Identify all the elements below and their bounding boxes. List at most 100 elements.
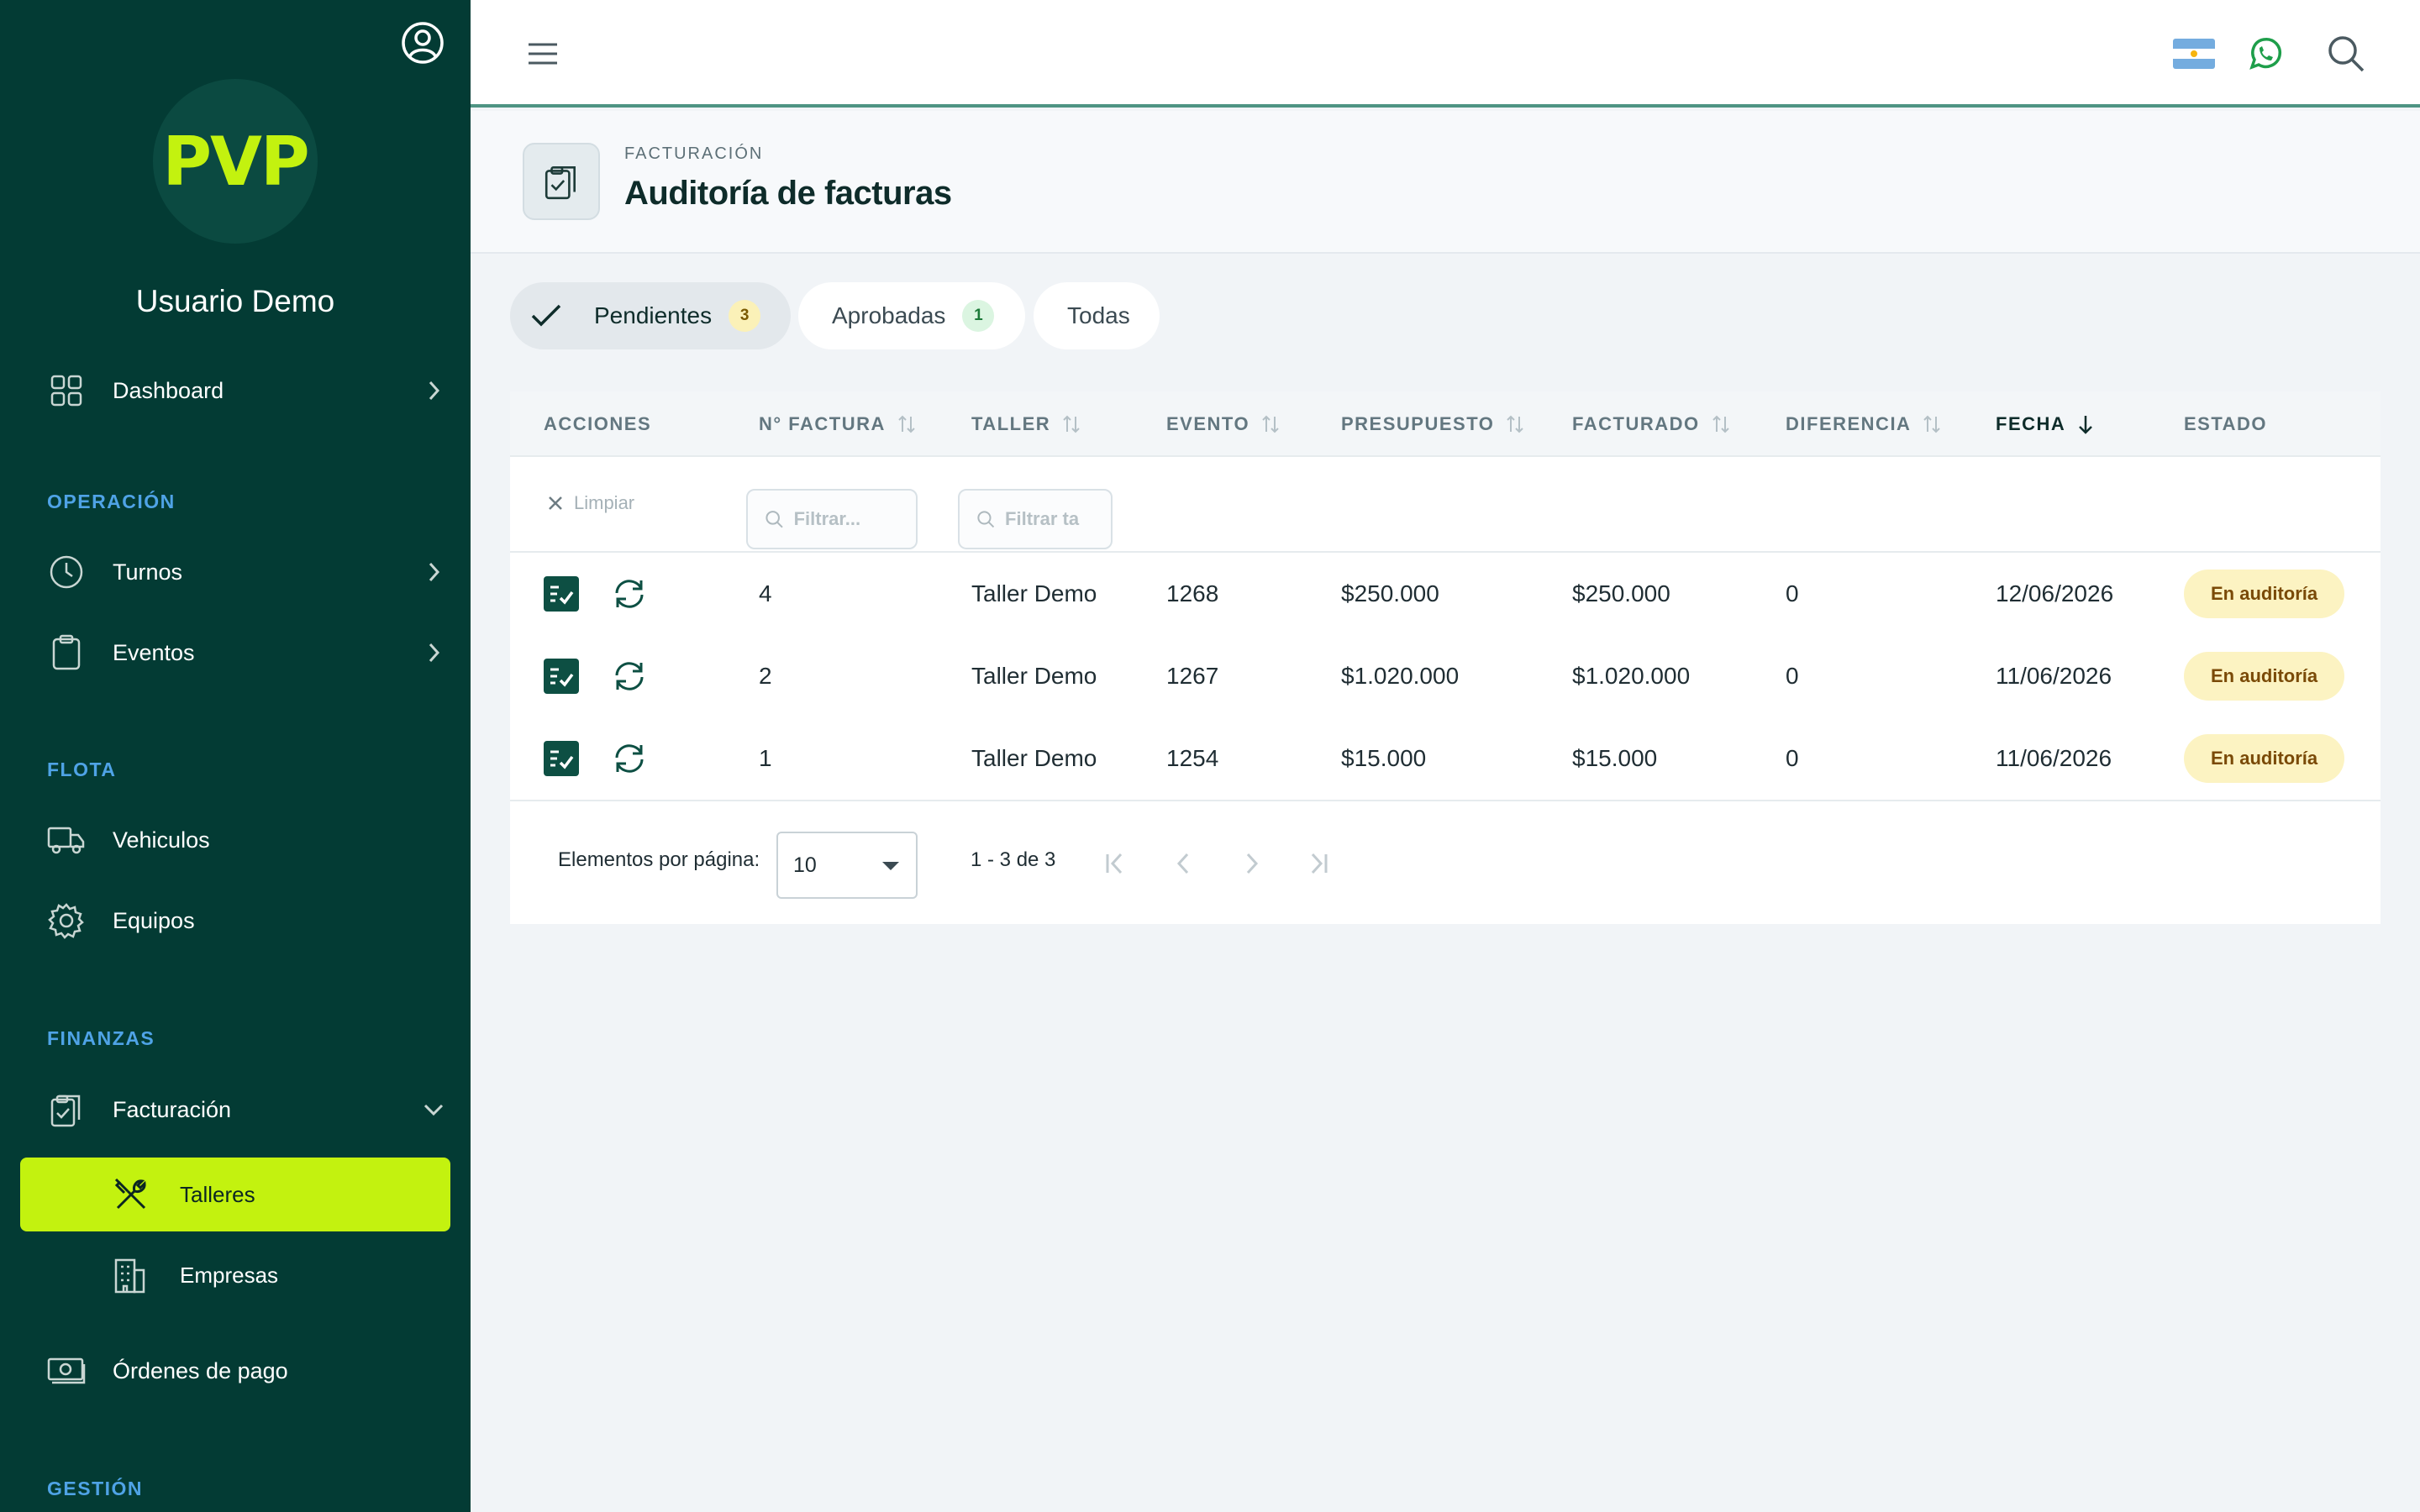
building-icon [113,1257,180,1294]
sidebar-item-empresas[interactable]: Empresas [20,1238,450,1312]
sidebar-item-label: Talleres [180,1181,255,1207]
sort-icon[interactable] [1506,413,1524,435]
sort-icon[interactable] [1923,413,1941,435]
tab-aprobadas[interactable]: Aprobadas 1 [798,282,1025,349]
facturado-cell: $15.000 [1572,745,1658,771]
page-title: Auditoría de facturas [624,175,952,212]
whatsapp-icon[interactable] [2245,34,2286,74]
column-header-taller[interactable]: TALLER [971,391,1081,457]
last-page-icon [1311,853,1328,874]
evento-cell: 1267 [1166,663,1219,689]
argentina-flag-icon[interactable] [2173,39,2215,69]
sort-icon[interactable] [897,413,916,435]
sidebar-item-label: Empresas [180,1262,279,1288]
money-icon [20,1356,113,1386]
sidebar-item-facturacion[interactable]: Facturación [20,1073,450,1147]
column-header-facturado[interactable]: FACTURADO [1572,391,1730,457]
approve-button[interactable] [544,659,579,694]
sidebar-item-ordenes-de-pago[interactable]: Órdenes de pago [20,1334,450,1408]
tab-pendientes[interactable]: Pendientes 3 [510,282,791,349]
evento-cell: 1254 [1166,745,1219,771]
tab-label: Aprobadas [832,302,946,328]
sidebar-item-dashboard[interactable]: Dashboard [20,354,450,428]
page-header: FACTURACIÓN Auditoría de facturas [471,111,2420,254]
sort-icon[interactable] [1712,413,1730,435]
column-header-acciones: ACCIONES [544,413,652,434]
sidebar-item-label: Dashboard [113,377,224,403]
arrow-down-icon[interactable] [2077,413,2094,435]
refresh-icon [615,662,644,690]
factura-filter-field[interactable] [746,489,918,549]
column-header-fecha[interactable]: FECHA [1996,391,2094,457]
next-page-button[interactable] [1231,843,1271,884]
sidebar-item-talleres[interactable]: Talleres [20,1158,450,1231]
clock-icon [20,554,113,590]
status-badge: En auditoría [2184,652,2345,701]
refresh-icon [615,580,644,608]
tab-label: Pendientes [594,302,713,328]
column-header-evento[interactable]: EVENTO [1166,391,1280,457]
first-page-button[interactable] [1095,843,1135,884]
refresh-button[interactable] [611,658,648,695]
chevron-right-icon [1246,853,1259,874]
approve-button[interactable] [544,741,579,776]
tab-todas[interactable]: Todas [1034,282,1160,349]
sort-icon[interactable] [1261,413,1280,435]
chevron-left-icon [1176,853,1189,874]
sidebar-item-equipos[interactable]: Equipos [20,884,450,958]
menu-icon[interactable] [526,39,560,69]
column-header-factura[interactable]: N° FACTURA [759,391,916,457]
sidebar-item-label: Vehiculos [113,827,210,853]
presupuesto-cell: $1.020.000 [1341,663,1460,689]
sidebar-item-label: Órdenes de pago [113,1357,288,1383]
previous-page-button[interactable] [1164,843,1204,884]
per-page-label: Elementos por página: [558,848,760,871]
approve-button[interactable] [544,576,579,612]
sidebar-item-vehiculos[interactable]: Vehiculos [20,803,450,877]
logo-text: PVP [162,122,309,201]
per-page-select[interactable]: 10 [776,832,918,899]
user-name: Usuario Demo [135,284,335,318]
last-page-button[interactable] [1298,843,1339,884]
factura-cell: 4 [759,580,772,606]
chevron-right-icon [417,379,450,402]
facturado-cell: $1.020.000 [1572,663,1691,689]
fecha-cell: 11/06/2026 [1996,663,2112,689]
search-icon[interactable] [2326,34,2366,74]
column-header-presupuesto[interactable]: PRESUPUESTO [1341,391,1524,457]
tools-icon [113,1176,180,1213]
clipboard-icon [20,634,113,671]
tab-label: Todas [1067,302,1130,328]
sidebar-item-turnos[interactable]: Turnos [20,535,450,609]
profile-icon[interactable] [398,18,447,67]
chevron-right-icon [417,641,450,664]
column-header-diferencia[interactable]: DIFERENCIA [1786,391,1941,457]
breadcrumb: FACTURACIÓN [624,144,764,163]
refresh-button[interactable] [611,575,648,612]
presupuesto-cell: $15.000 [1341,745,1427,771]
page-range: 1 - 3 de 3 [971,848,1056,871]
search-icon [977,511,995,528]
sidebar-item-eventos[interactable]: Eventos [20,616,450,690]
fecha-cell: 12/06/2026 [1996,580,2114,606]
presupuesto-cell: $250.000 [1341,580,1439,606]
factura-cell: 1 [759,745,772,771]
first-page-icon [1106,853,1123,874]
status-badge: En auditoría [2184,734,2345,783]
dashboard-icon [20,374,113,407]
gear-icon [20,902,113,939]
filter-row: Limpiar [510,459,2381,553]
taller-cell: Taller Demo [971,663,1097,689]
fecha-cell: 11/06/2026 [1996,745,2112,771]
sidebar-item-label: Equipos [113,907,195,933]
taller-filter-input[interactable] [1005,508,1111,530]
sort-icon[interactable] [1062,413,1081,435]
sidebar-item-label: Eventos [113,639,195,665]
paginator: Elementos por página: 10 1 - 3 de 3 [510,800,2381,924]
factura-filter-input[interactable] [793,508,916,530]
clear-filters-button[interactable]: Limpiar [547,492,634,514]
refresh-button[interactable] [611,740,648,777]
clipboard-check-icon [523,143,600,220]
factura-cell: 2 [759,663,772,689]
taller-filter-field[interactable] [958,489,1113,549]
